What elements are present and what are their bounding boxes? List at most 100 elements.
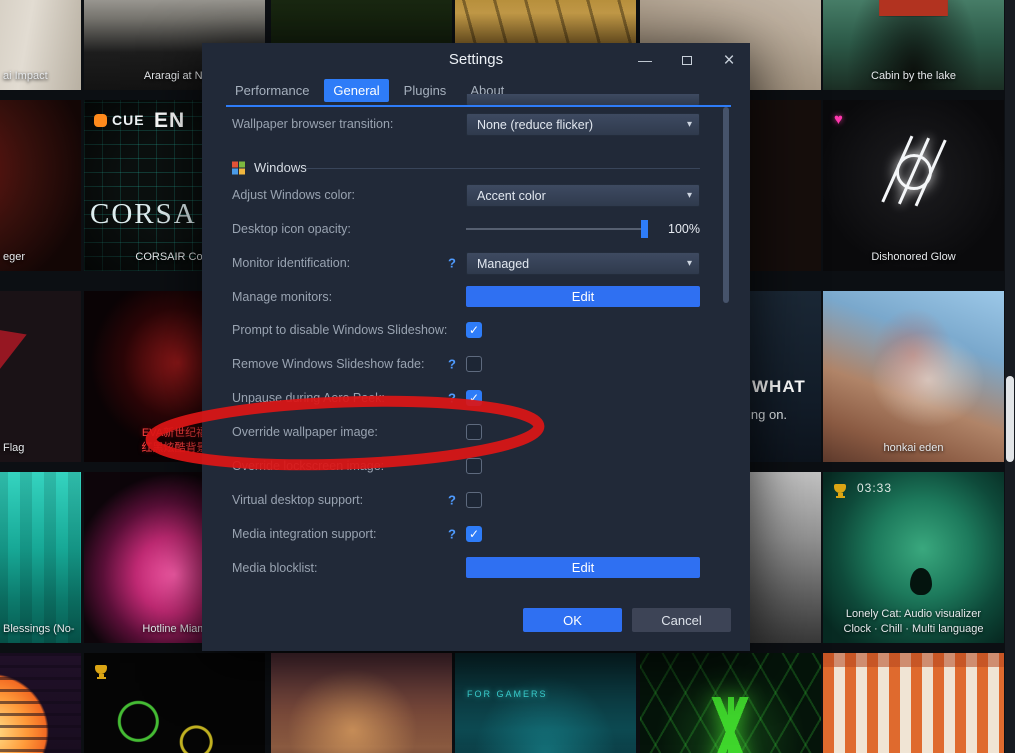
whats-going-on-overlay-text: ing on. (748, 407, 788, 422)
corsair-collection-overlay-text: CUE (94, 112, 145, 128)
wallpaper-tile-orange-stripes[interactable] (823, 653, 1004, 753)
chevron-down-icon: ▾ (686, 190, 692, 201)
setting-label: Manage monitors: (232, 290, 333, 304)
settings-dialog: Settings — × Performance General Plugins… (202, 43, 750, 651)
setting-label: Virtual desktop support: (232, 493, 364, 507)
lonely-cat-overlay-text: 03:33 (857, 481, 893, 495)
wallpaper-title: Dishonored Glow (871, 251, 956, 263)
override-wallpaper-image-checkbox[interactable] (466, 424, 482, 440)
section-row-windows: Windows (202, 156, 750, 180)
wallpaper-tile-lofi-room[interactable] (271, 653, 452, 753)
setting-row-prompt-disable-slideshow: Prompt to disable Windows Slideshow: (202, 318, 750, 342)
close-button[interactable]: × (721, 51, 737, 70)
app-scrollbar-thumb[interactable] (1006, 376, 1014, 462)
wallpaper-tile-neon-scribbles[interactable] (84, 653, 265, 753)
setting-row-adjust-windows-color: Adjust Windows color: Accent color ▾ (202, 183, 750, 207)
adjust-windows-color-dropdown[interactable]: Accent color ▾ (466, 184, 700, 207)
setting-label: Adjust Windows color: (232, 188, 355, 202)
setting-row-override-wallpaper-image: Override wallpaper image: (202, 420, 750, 444)
chevron-down-icon: ▾ (686, 258, 692, 269)
app-scrollbar[interactable] (1005, 0, 1015, 753)
dialog-scrollbar[interactable] (723, 105, 729, 637)
setting-row-media-blocklist: Media blocklist: Edit (202, 556, 750, 580)
ok-button[interactable]: OK (523, 608, 622, 632)
corsair-collection-overlay-text: EN (154, 109, 186, 132)
wallpaper-title: honkai eden (883, 442, 944, 454)
help-icon[interactable]: ? (448, 256, 456, 271)
heart-icon: ♥ (834, 111, 843, 128)
wallpaper-title: Flag (3, 442, 25, 454)
setting-label: Prompt to disable Windows Slideshow: (232, 323, 448, 337)
media-blocklist-edit-button[interactable]: Edit (466, 557, 700, 578)
wallpaper-tile-cabin-by-the-lake[interactable]: Cabin by the lake (823, 0, 1004, 90)
wallpaper-tile-synthwave-sun[interactable] (0, 653, 81, 753)
dropdown-value: None (reduce flicker) (477, 117, 594, 132)
windows-logo-icon (232, 161, 245, 175)
trophy-icon (834, 484, 846, 498)
maximize-button[interactable] (679, 53, 695, 67)
section-title: Windows (254, 160, 307, 175)
setting-row-override-lockscreen-image: Override lockscreen image: (202, 454, 750, 478)
maximize-icon (682, 56, 692, 65)
manage-monitors-edit-button[interactable]: Edit (466, 286, 700, 307)
wallpaper-tile-gamer-room[interactable]: FOR GAMERS (455, 653, 636, 753)
wallpaper-tile-dishonored-glow[interactable]: ♥ Dishonored Glow (823, 100, 1004, 271)
wallpaper-title: eger (3, 251, 26, 263)
prompt-disable-slideshow-checkbox[interactable] (466, 322, 482, 338)
trophy-icon (95, 665, 107, 679)
cancel-button[interactable]: Cancel (632, 608, 731, 632)
wallpaper-tile-red-character[interactable]: eger (0, 100, 81, 271)
monitor-identification-dropdown[interactable]: Managed ▾ (466, 252, 700, 275)
opacity-slider-track[interactable] (466, 228, 648, 230)
wallpaper-transition-dropdown[interactable]: None (reduce flicker) ▾ (466, 113, 700, 136)
opacity-slider-thumb[interactable] (641, 220, 648, 238)
wallpaper-tile-honkai-eden[interactable]: honkai eden (823, 291, 1004, 462)
setting-row-media-integration-support: Media integration support: ? (202, 522, 750, 546)
setting-label: Desktop icon opacity: (232, 222, 351, 236)
outsider-mark-icon (879, 137, 949, 207)
chevron-down-icon: ▾ (686, 119, 692, 130)
wallpaper-title: ai Impact (3, 70, 48, 82)
help-icon[interactable]: ? (448, 527, 456, 542)
setting-label: Media blocklist: (232, 561, 318, 575)
wallpaper-tile-flag[interactable]: Flag (0, 291, 81, 462)
setting-row-desktop-icon-opacity: Desktop icon opacity: 100% (202, 217, 750, 241)
corsair-collection-overlay-text: CORSA (90, 198, 197, 230)
help-icon[interactable]: ? (448, 391, 456, 406)
media-integration-support-checkbox[interactable] (466, 526, 482, 542)
window-controls: — × (637, 43, 737, 77)
override-lockscreen-image-checkbox[interactable] (466, 458, 482, 474)
setting-label: Wallpaper browser transition: (232, 117, 394, 131)
setting-row-remove-slideshow-fade: Remove Windows Slideshow fade: ? (202, 352, 750, 376)
setting-label: Override lockscreen image: (232, 459, 385, 473)
setting-label: Remove Windows Slideshow fade: (232, 357, 425, 371)
wallpaper-tile-razer[interactable] (640, 653, 821, 753)
virtual-desktop-support-checkbox[interactable] (466, 492, 482, 508)
wallpaper-tile-blessings[interactable]: Blessings (No- (0, 472, 81, 643)
setting-label: Unpause during Aero Peek: (232, 391, 385, 405)
section-divider (306, 168, 700, 169)
remove-slideshow-fade-checkbox[interactable] (466, 356, 482, 372)
setting-label: Media integration support: (232, 527, 377, 541)
dialog-footer: OK Cancel (202, 608, 750, 632)
help-icon[interactable]: ? (448, 357, 456, 372)
wallpaper-title: Lonely Cat: Audio visualizer Clock · Chil… (843, 608, 984, 635)
wallpaper-tile-genshin-impact[interactable]: ai Impact (0, 0, 81, 90)
whats-going-on-overlay-text: WHAT (752, 377, 806, 396)
tab-underline (226, 105, 731, 107)
setting-row-manage-monitors: Manage monitors: Edit (202, 285, 750, 309)
setting-label: Override wallpaper image: (232, 425, 378, 439)
dropdown-value: Managed (477, 256, 530, 271)
dialog-titlebar[interactable]: Settings — × (202, 43, 750, 77)
setting-row-virtual-desktop-support: Virtual desktop support: ? (202, 488, 750, 512)
setting-label: Monitor identification: (232, 256, 351, 270)
setting-row-monitor-identification: Monitor identification: ? Managed ▾ (202, 251, 750, 275)
help-icon[interactable]: ? (448, 493, 456, 508)
dialog-scrollbar-thumb[interactable] (723, 107, 729, 303)
opacity-value: 100% (668, 222, 700, 236)
setting-row-unpause-aero-peek: Unpause during Aero Peek: ? (202, 386, 750, 410)
minimize-button[interactable]: — (637, 53, 653, 67)
wallpaper-tile-lonely-cat[interactable]: 03:33 Lonely Cat: Audio visualizer Clock ·… (823, 472, 1004, 643)
wallpaper-title: Cabin by the lake (871, 70, 956, 82)
unpause-aero-peek-checkbox[interactable] (466, 390, 482, 406)
